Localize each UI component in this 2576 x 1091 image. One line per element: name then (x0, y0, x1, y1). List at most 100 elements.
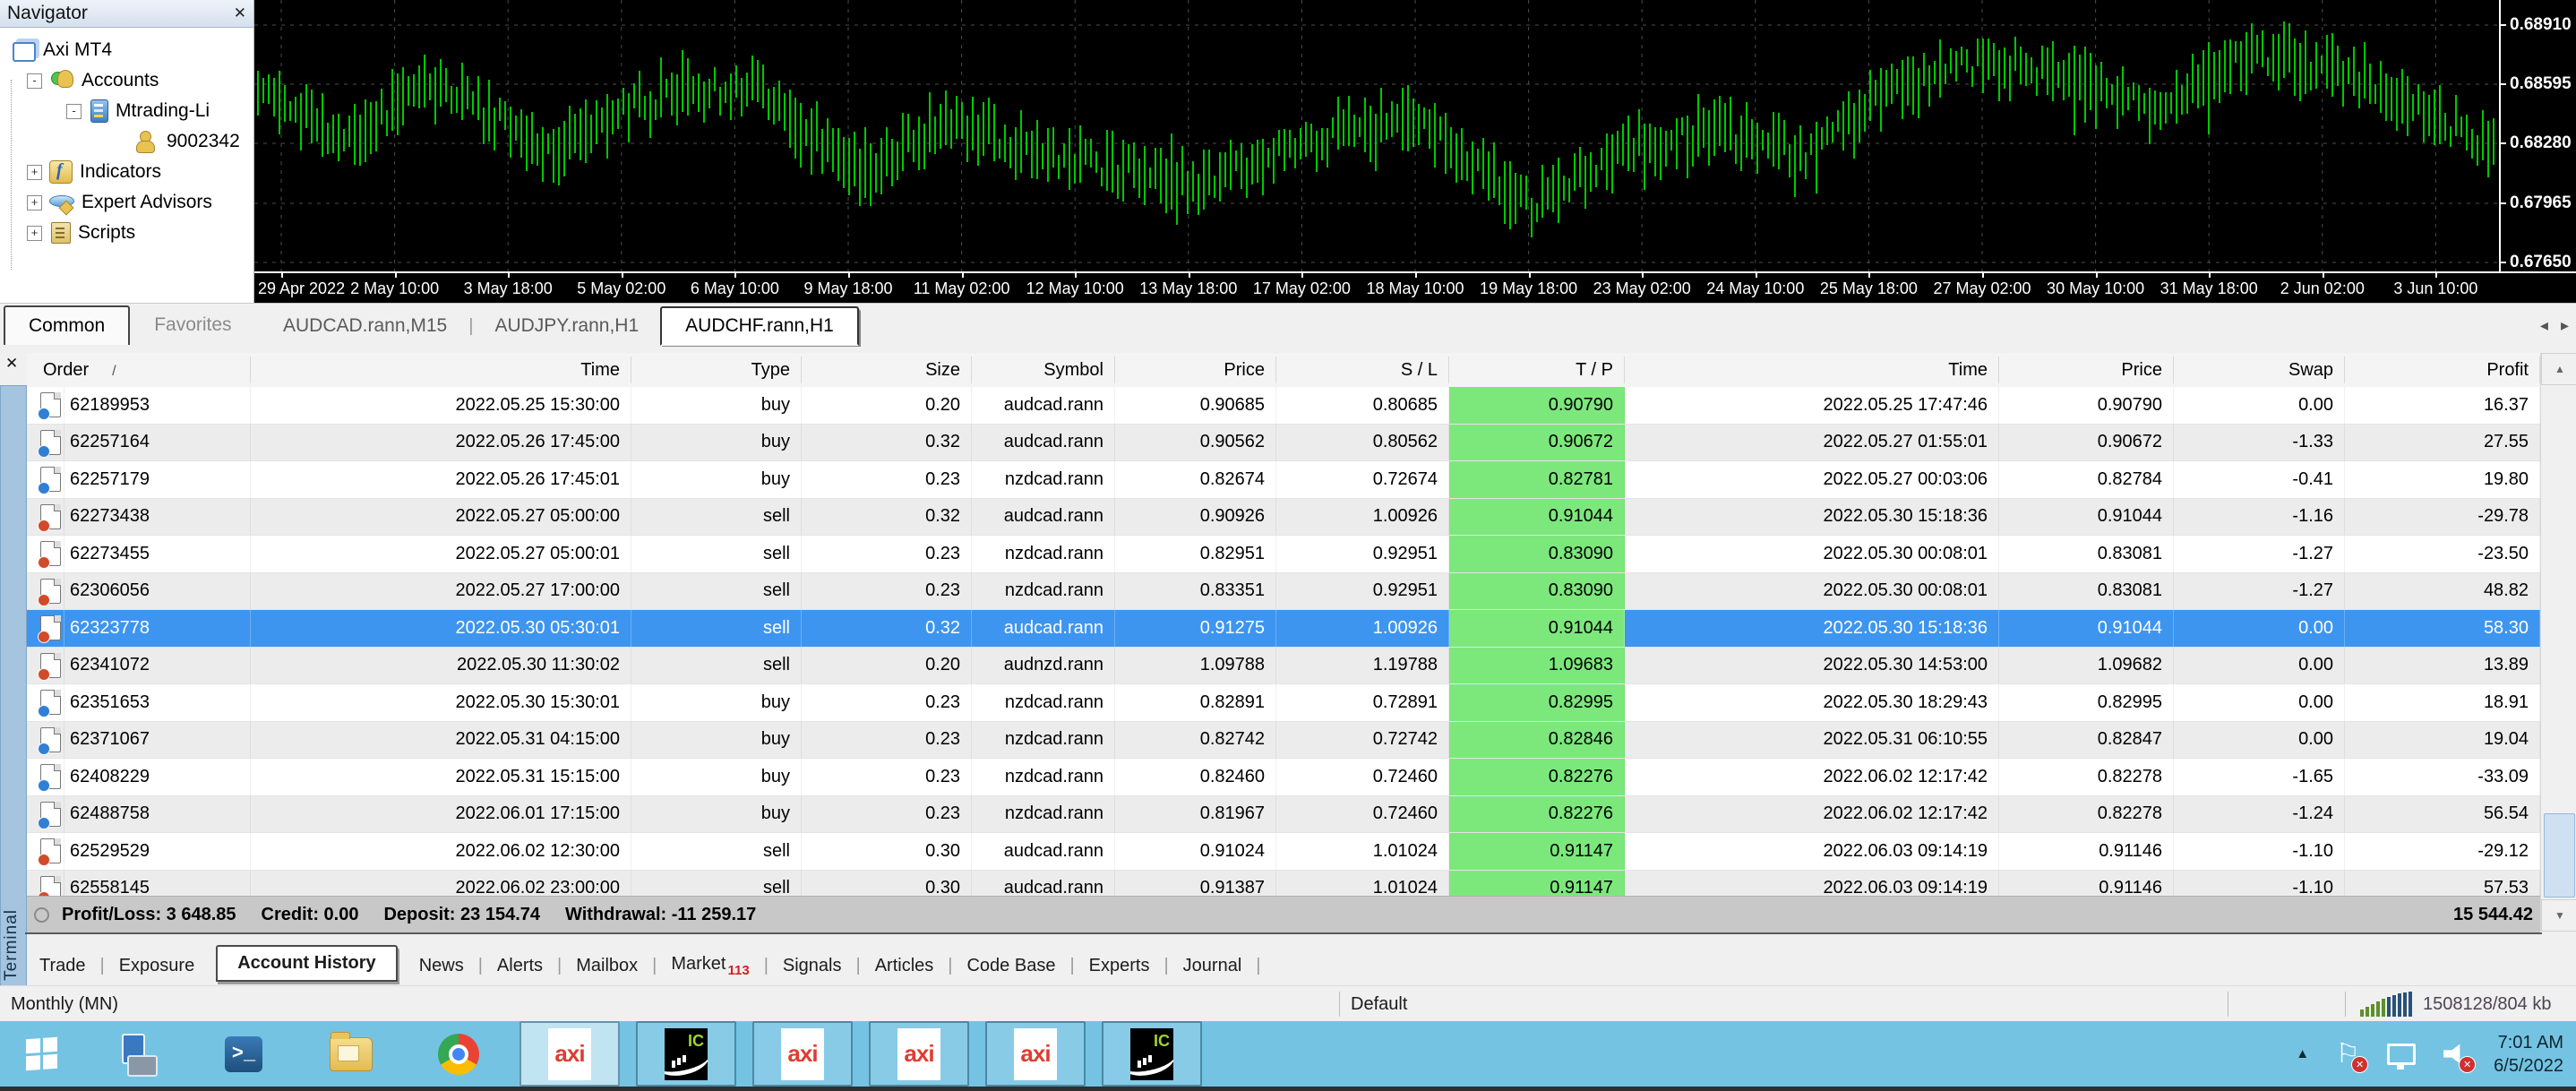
network-icon[interactable] (2386, 1039, 2417, 1070)
terminal-tab-articles[interactable]: Articles (861, 956, 949, 976)
taskbar-app-axi-1[interactable]: axi (519, 1021, 620, 1087)
scrollbar-up-icon[interactable]: ▲ (2541, 353, 2576, 385)
taskbar-app-ic-6[interactable]: IC (1102, 1021, 1202, 1087)
navigator-tab-favorites[interactable]: Favorites (130, 305, 255, 345)
cell-swap: 0.00 (2174, 610, 2345, 647)
terminal-tab-news[interactable]: News (405, 956, 478, 976)
cell-close-time: 2022.05.25 17:47:46 (1625, 387, 1999, 424)
mt4-application-window: 0.68910 0.68595 0.68280 0.67965 0.67650 29 A… (0, 0, 2576, 1091)
terminal-tab-exposure[interactable]: Exposure (105, 956, 210, 976)
cell-profit: -29.78 (2345, 498, 2540, 535)
taskbar-app-axi-5[interactable]: axi (985, 1021, 1086, 1087)
terminal-tab-signals[interactable]: Signals (769, 956, 856, 976)
column-header-price[interactable]: Price (1115, 357, 1276, 383)
action-center-flag-icon[interactable]: ⚐ ✕ (2332, 1039, 2369, 1073)
expand-expander-icon[interactable]: + (27, 164, 42, 180)
column-header-swap[interactable]: Swap (2174, 357, 2345, 383)
table-row-order-62408229[interactable]: 62408229 2022.05.31 15:15:00 buy 0.23 nzdcad… (27, 759, 2540, 796)
table-row-order-62189953[interactable]: 62189953 2022.05.25 15:30:00 buy 0.20 audcad… (27, 387, 2540, 425)
scroll-left-icon[interactable]: ◂ (2540, 316, 2548, 335)
navigator-item-9002342[interactable]: 9002342 (0, 126, 253, 157)
table-row-order-62371067[interactable]: 62371067 2022.05.31 04:15:00 buy 0.23 nzdcad… (27, 721, 2540, 759)
cell-take-profit: 0.90672 (1449, 424, 1625, 460)
taskbar-item-setup-tool[interactable] (82, 1021, 190, 1087)
navigator-item-indicators[interactable]: + Indicators (0, 157, 253, 187)
table-row-order-62529529[interactable]: 62529529 2022.06.02 12:30:00 sell 0.30 audca… (27, 833, 2540, 871)
column-header-order[interactable]: Order / (27, 357, 251, 383)
column-header-sl[interactable]: S / L (1276, 357, 1449, 383)
terminal-tab-experts[interactable]: Experts (1075, 956, 1164, 976)
tray-expand-icon[interactable]: ▲ (2296, 1046, 2309, 1061)
tab-strip-band: Common Favorites AUDCAD.rann,M15 | AUDJPY.r… (0, 303, 2576, 350)
scrollbar-down-icon[interactable]: ▼ (2541, 899, 2576, 932)
scroll-right-icon[interactable]: ▸ (2561, 316, 2569, 335)
cell-open-price: 0.91024 (1115, 833, 1276, 870)
cell-profit: -29.12 (2345, 833, 2540, 870)
scrollbar-thumb[interactable] (2544, 813, 2575, 898)
terminal-tab-account-history[interactable]: Account History (216, 944, 398, 982)
column-header-size[interactable]: Size (802, 357, 972, 383)
navigator-item-mtrading-li[interactable]: - Mtrading-Li (0, 96, 253, 126)
cell-symbol: nzdcad.rann (972, 684, 1115, 721)
expand-expander-icon[interactable]: + (27, 194, 42, 210)
taskbar-item-chrome[interactable] (405, 1021, 512, 1087)
taskbar-app-axi-3[interactable]: axi (752, 1021, 853, 1087)
terminal-tab-code-base[interactable]: Code Base (952, 956, 1069, 976)
status-profile[interactable]: Default (1340, 992, 2228, 1017)
taskbar-app-ic-2[interactable]: IC (636, 1021, 736, 1087)
taskbar-item-powershell[interactable]: >_ (190, 1021, 297, 1087)
chart-tab-audchf-rann-h1[interactable]: AUDCHF.rann,H1 (660, 306, 859, 346)
cell-close-time: 2022.05.31 06:10:55 (1625, 721, 1999, 758)
cell-order: 62341072 (64, 647, 251, 683)
terminal-tab-journal[interactable]: Journal (1169, 956, 1257, 976)
table-row-order-62488758[interactable]: 62488758 2022.06.01 17:15:00 buy 0.23 nzdcad… (27, 795, 2540, 833)
vertical-scrollbar[interactable]: ▲ ▼ (2540, 353, 2576, 932)
table-row-order-62323778[interactable]: 62323778 2022.05.30 05:30:01 sell 0.32 audca… (27, 610, 2540, 648)
column-header-time[interactable]: Time (251, 357, 631, 383)
table-row-order-62351653[interactable]: 62351653 2022.05.30 15:30:01 buy 0.23 nzdcad… (27, 684, 2540, 722)
axis-tick (2435, 271, 2438, 278)
chart-plot-canvas[interactable] (254, 0, 2499, 271)
start-button[interactable] (0, 1021, 82, 1087)
history-table-header[interactable]: Order / Time Type Size Symbol Price S / LT / PT… (27, 353, 2540, 388)
close-icon[interactable]: ✕ (5, 355, 18, 373)
taskbar-item-file-explorer[interactable] (297, 1021, 405, 1087)
cell-size: 0.23 (802, 461, 972, 498)
collapse-expander-icon[interactable]: - (27, 73, 42, 89)
terminal-tab-trade[interactable]: Trade (25, 956, 100, 976)
cell-close-price: 0.91146 (1999, 833, 2174, 870)
navigator-tab-common[interactable]: Common (4, 305, 131, 345)
sell-order-icon (38, 615, 61, 644)
taskbar-app-axi-4[interactable]: axi (869, 1021, 969, 1087)
terminal-tab-market[interactable]: Market 113 (657, 954, 763, 978)
taskbar-clock[interactable]: 7:01 AM 6/5/2022 (2494, 1031, 2563, 1078)
expand-expander-icon[interactable]: + (27, 225, 42, 241)
price-chart[interactable]: 0.68910 0.68595 0.68280 0.67965 0.67650 29 A… (254, 0, 2576, 305)
column-header-profit[interactable]: Profit (2345, 357, 2540, 383)
column-header-time2[interactable]: Time (1625, 357, 1999, 383)
table-row-order-62273438[interactable]: 62273438 2022.05.27 05:00:00 sell 0.32 audca… (27, 498, 2540, 536)
table-row-order-62341072[interactable]: 62341072 2022.05.30 11:30:02 sell 0.20 audnz… (27, 647, 2540, 684)
table-row-order-62257164[interactable]: 62257164 2022.05.26 17:45:00 buy 0.32 audcad… (27, 424, 2540, 461)
close-icon[interactable]: ✕ (234, 4, 246, 22)
chart-tab-audjpy-rann-h1[interactable]: AUDJPY.rann,H1 (473, 315, 660, 337)
cell-stop-loss: 0.92951 (1276, 536, 1449, 572)
chart-tab-audcad-rann-m15[interactable]: AUDCAD.rann,M15 (262, 315, 468, 337)
navigator-item-scripts[interactable]: + Scripts (0, 218, 253, 248)
table-row-order-62306056[interactable]: 62306056 2022.05.27 17:00:00 sell 0.23 nzdca… (27, 572, 2540, 610)
terminal-tab-mailbox[interactable]: Mailbox (562, 956, 652, 976)
column-header-price2[interactable]: Price (1999, 357, 2174, 383)
terminal-tab-alerts[interactable]: Alerts (483, 956, 557, 976)
navigator-item-axi-mt4[interactable]: Axi MT4 (0, 35, 253, 65)
collapse-expander-icon[interactable]: - (66, 103, 82, 119)
navigator-item-accounts[interactable]: - Accounts (0, 65, 253, 96)
table-row-order-62257179[interactable]: 62257179 2022.05.26 17:45:01 buy 0.23 nzdcad… (27, 461, 2540, 499)
column-header-symbol[interactable]: Symbol (972, 357, 1115, 383)
cell-profit: 19.04 (2345, 721, 2540, 758)
cell-open-time: 2022.05.31 04:15:00 (251, 721, 631, 758)
table-row-order-62273455[interactable]: 62273455 2022.05.27 05:00:01 sell 0.23 nzdca… (27, 536, 2540, 573)
column-header-tp[interactable]: T / P (1449, 357, 1625, 383)
volume-muted-icon[interactable]: ✕ (2440, 1039, 2477, 1073)
navigator-item-expert-advisors[interactable]: + Expert Advisors (0, 187, 253, 218)
column-header-type[interactable]: Type (631, 357, 802, 383)
